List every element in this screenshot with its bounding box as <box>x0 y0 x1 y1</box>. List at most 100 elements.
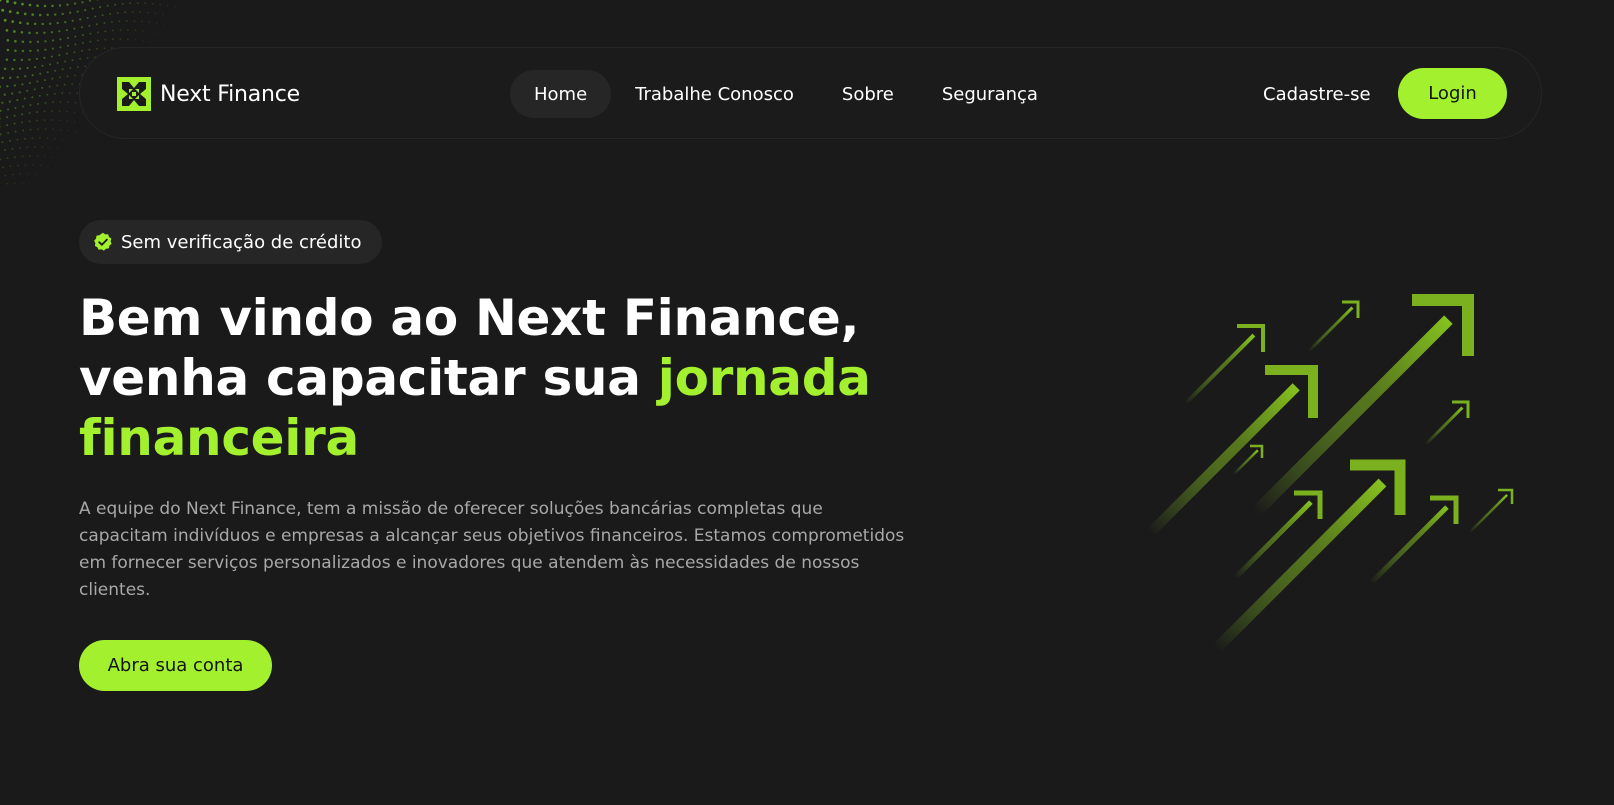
decor-dot <box>73 121 76 123</box>
nav-link-trabalhe-conosco[interactable]: Trabalhe Conosco <box>611 70 818 118</box>
decor-dot <box>21 83 24 86</box>
decor-dot <box>104 30 107 33</box>
decor-dot <box>54 69 57 72</box>
open-account-button[interactable]: Abra sua conta <box>79 640 272 691</box>
decor-dot <box>149 41 152 43</box>
decor-dot <box>131 11 134 13</box>
decor-dot <box>73 111 76 113</box>
decor-dot <box>136 2 139 4</box>
decor-dot <box>6 124 9 127</box>
decor-dot <box>114 3 117 6</box>
decor-dot <box>51 47 55 50</box>
headline-accent-jornada: jornada <box>657 349 871 407</box>
arrow-shaft <box>1183 333 1256 406</box>
decor-dot <box>86 56 89 59</box>
decor-dot <box>3 67 7 71</box>
decor-dot <box>89 40 92 43</box>
decor-dot <box>106 4 109 7</box>
brand[interactable]: Next Finance <box>117 77 300 111</box>
decor-dot <box>50 55 53 58</box>
decor-dot <box>133 20 136 22</box>
decor-dot <box>182 7 184 10</box>
decor-dot <box>36 40 40 43</box>
decor-dot <box>53 92 56 95</box>
decor-dot <box>28 81 31 85</box>
decor-dot <box>41 64 44 67</box>
decor-dot <box>94 15 97 18</box>
decor-dot <box>50 31 54 34</box>
decor-dot <box>49 63 52 66</box>
decor-dot <box>69 140 71 142</box>
decor-dot <box>96 39 99 42</box>
decor-dot <box>163 23 166 26</box>
decor-dot <box>6 108 10 111</box>
next-finance-logo-icon <box>117 77 151 111</box>
nav-link-sobre[interactable]: Sobre <box>818 70 918 118</box>
decor-dot <box>44 48 47 51</box>
decor-dot <box>41 22 44 26</box>
decor-dot <box>31 74 34 77</box>
decor-dot <box>71 59 74 62</box>
decor-dot <box>71 19 74 22</box>
decor-dot <box>20 58 24 62</box>
decor-dot <box>58 4 62 7</box>
decor-dot <box>7 131 10 134</box>
decor-dot <box>139 11 142 13</box>
decor-dot <box>67 130 69 132</box>
decor-dot <box>18 21 22 25</box>
decor-dot <box>154 12 156 15</box>
decor-dot <box>13 122 16 125</box>
decor-dot <box>11 92 14 95</box>
decor-dot <box>29 49 32 53</box>
decor-dot <box>9 165 12 168</box>
decor-dot <box>74 101 77 104</box>
brand-name: Next Finance <box>160 81 301 107</box>
decor-dot <box>11 20 15 23</box>
decor-dot <box>157 32 159 34</box>
decor-dot <box>95 47 98 50</box>
arrow-shaft <box>1468 494 1508 534</box>
decor-dot <box>11 67 14 71</box>
landing-page: Next Finance Home Trabalhe Conosco Sobre… <box>0 0 1614 805</box>
decor-dot <box>21 2 24 6</box>
decor-dot <box>109 12 112 15</box>
decor-dot <box>36 119 39 122</box>
nav-link-seguranca[interactable]: Segurança <box>918 70 1062 118</box>
decor-dot <box>66 44 69 47</box>
decor-dot <box>61 92 64 95</box>
decor-dot <box>3 18 7 22</box>
decor-dot <box>39 164 42 167</box>
decor-dot <box>58 54 61 57</box>
nav-links: Home Trabalhe Conosco Sobre Segurança <box>510 70 1062 118</box>
decor-dot <box>81 122 83 124</box>
signup-link[interactable]: Cadastre-se <box>1263 80 1371 108</box>
decor-dot <box>58 76 61 79</box>
decor-dot <box>5 29 9 32</box>
decor-dot <box>14 106 17 109</box>
decor-dot <box>76 66 79 69</box>
headline-accent-financeira: financeira <box>79 409 359 467</box>
decor-dot <box>29 128 32 131</box>
decor-dot <box>59 129 62 131</box>
decor-dot <box>16 11 20 15</box>
decor-dot <box>36 4 39 8</box>
decor-dot <box>134 39 137 41</box>
decor-dot <box>8 10 12 14</box>
decor-dot <box>142 30 144 32</box>
arrow-shaft <box>1251 315 1453 517</box>
decor-dot <box>14 130 17 133</box>
login-button[interactable]: Login <box>1398 68 1507 119</box>
decor-dot <box>33 65 37 69</box>
decor-dot <box>110 21 113 24</box>
decor-dot <box>58 119 61 122</box>
decor-dot <box>69 67 72 70</box>
headline-line-1: Bem vindo ao Next Finance, <box>79 289 860 347</box>
decor-dot <box>0 0 2 2</box>
decor-dot <box>0 117 1 120</box>
nav-link-home[interactable]: Home <box>510 70 612 118</box>
decor-dot <box>42 174 44 176</box>
decor-dot <box>142 40 144 42</box>
decor-dot <box>88 24 91 27</box>
decor-dot <box>126 20 128 22</box>
decor-dot <box>121 2 124 5</box>
